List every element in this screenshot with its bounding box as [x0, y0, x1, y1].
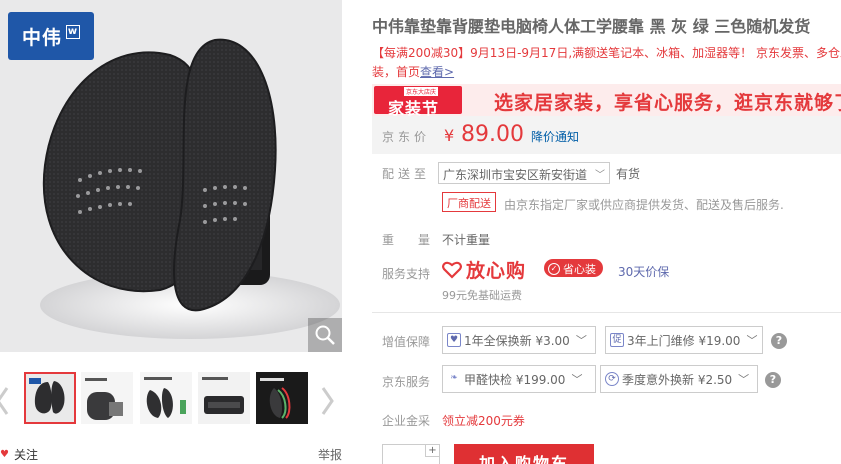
zoom-button[interactable] — [308, 318, 342, 352]
heart-outline-icon — [442, 261, 462, 279]
fangxin-label: 放心购 — [466, 260, 527, 282]
quantity-stepper[interactable]: + — [382, 444, 440, 464]
repair-icon: 促 — [610, 333, 624, 347]
price-box: 京东价 ¥ 89.00 降价通知 — [372, 116, 841, 154]
free-shipping-note: 99元免基础运费 — [442, 289, 522, 302]
gallery-footer: ♥ 关注 举报 — [0, 444, 342, 464]
help-icon[interactable]: ? — [765, 372, 781, 388]
thumbnail-5[interactable] — [256, 372, 308, 424]
thumbnail-2-image — [81, 372, 133, 424]
jd-service-option-1[interactable]: ❧ 甲醛快检 ¥199.00 ﹀ — [442, 365, 596, 393]
report-link[interactable]: 举报 — [318, 446, 342, 463]
service-label: 服务支持 — [382, 267, 431, 281]
chevron-down-icon: ﹀ — [575, 334, 587, 347]
address-select[interactable]: 广东深圳市宝安区新安街道 ﹀ — [438, 162, 610, 184]
promo-line-1: 【每满200减30】9月13日-9月17日,满额送笔记本、冰箱、加湿器等！ 京东… — [372, 46, 841, 60]
price-notify-link[interactable]: 降价通知 — [531, 128, 579, 145]
brand-logo-text: 中伟 — [21, 26, 62, 49]
price-label: 京东价 — [382, 130, 431, 144]
exchange-icon: ⟳ — [605, 372, 619, 386]
price-protect-link[interactable]: 30天价保 — [618, 263, 669, 280]
shengxin-badge[interactable]: ✓ 省心装 — [544, 259, 603, 277]
thumbnail-4[interactable] — [198, 372, 250, 424]
heart-icon: ♥ — [0, 448, 9, 460]
shengxin-icon: ✓ — [548, 262, 560, 275]
vendor-delivery-note: 由京东指定厂家或供应商提供发货、配送及售后服务. — [504, 198, 784, 212]
product-title: 中伟靠垫靠背腰垫电脑椅人体工学腰靠 黑 灰 绿 三色随机发货 — [372, 17, 811, 36]
thumbnail-strip — [0, 364, 342, 434]
promo-line-2: 装，首页 — [372, 65, 421, 79]
value-added-option-1[interactable]: ♥ 1年全保换新 ¥3.00 ﹀ — [442, 326, 596, 354]
price-currency: ¥ — [444, 126, 455, 145]
delivery-label: 配送至 — [382, 167, 431, 181]
value-added-option-2[interactable]: 促 3年上门维修 ¥19.00 ﹀ — [605, 326, 763, 354]
price-value: 89.00 — [461, 122, 524, 147]
promo-text: 【每满200减30】9月13日-9月17日,满额送笔记本、冰箱、加湿器等！ 京东… — [372, 44, 841, 82]
jd-service-option-1-label: 甲醛快检 ¥199.00 — [464, 372, 566, 387]
quantity-plus-button[interactable]: + — [425, 445, 439, 457]
enterprise-label: 企业金采 — [382, 414, 431, 428]
address-value: 广东深圳市宝安区新安街道 — [443, 168, 588, 182]
follow-button[interactable]: ♥ 关注 — [0, 446, 38, 463]
weight-label: 重 量 — [382, 233, 431, 247]
brand-logo: 中伟 w — [8, 12, 94, 60]
thumbnail-3[interactable] — [140, 372, 192, 424]
jd-service-label: 京东服务 — [382, 375, 431, 389]
thumbnail-1-image — [26, 374, 74, 422]
banner-text: 选家居家装，享省心服务，逛京东就够了 — [494, 92, 841, 114]
chevron-down-icon: ﹀ — [738, 373, 750, 386]
home-festival-banner[interactable]: 京东大店庆 家装节 选家居家装，享省心服务，逛京东就够了 — [372, 84, 841, 116]
value-added-option-2-label: 3年上门维修 ¥19.00 — [627, 333, 741, 348]
chevron-right-icon[interactable] — [318, 384, 336, 418]
thumbnail-5-image — [256, 372, 308, 424]
jd-service-option-2-label: 季度意外换新 ¥2.50 — [622, 372, 733, 387]
jd-service-option-2[interactable]: ⟳ 季度意外换新 ¥2.50 ﹀ — [600, 365, 758, 393]
zoom-icon — [315, 325, 335, 345]
fangxin-badge[interactable]: 放心购 — [442, 256, 526, 283]
shield-icon: ♥ — [447, 333, 461, 347]
banner-logo-text: 家装节 — [388, 99, 440, 116]
product-info: 中伟靠垫靠背腰垫电脑椅人体工学腰靠 黑 灰 绿 三色随机发货 【每满200减30… — [372, 0, 841, 464]
chevron-left-icon[interactable] — [0, 384, 12, 418]
chevron-down-icon: ﹀ — [571, 373, 583, 386]
follow-label: 关注 — [14, 448, 39, 462]
chevron-down-icon: ﹀ — [595, 170, 605, 181]
vendor-delivery-badge: 厂商配送 — [442, 192, 496, 212]
value-added-option-1-label: 1年全保换新 ¥3.00 — [464, 333, 570, 348]
thumbnail-2[interactable] — [81, 372, 133, 424]
stock-status: 有货 — [616, 167, 641, 181]
add-to-cart-button[interactable]: 加入购物车 — [454, 444, 594, 464]
value-added-label: 增值保障 — [382, 335, 431, 349]
banner-logo: 京东大店庆 家装节 — [374, 86, 462, 116]
thumbnail-3-image — [140, 372, 192, 424]
thumbnail-4-image — [198, 372, 250, 424]
brand-logo-mark: w — [66, 25, 80, 39]
help-icon[interactable]: ? — [771, 333, 787, 349]
promo-view-link[interactable]: 查看> — [420, 65, 454, 79]
thumbnail-1[interactable] — [24, 372, 76, 424]
product-main-image[interactable]: 中伟 w — [0, 0, 342, 352]
weight-value: 不计重量 — [442, 233, 491, 247]
shengxin-label: 省心装 — [563, 262, 596, 276]
divider — [372, 312, 841, 313]
enterprise-coupon-link[interactable]: 领立减200元券 — [442, 412, 525, 429]
chevron-down-icon: ﹀ — [746, 334, 758, 347]
leaf-icon: ❧ — [450, 373, 458, 383]
